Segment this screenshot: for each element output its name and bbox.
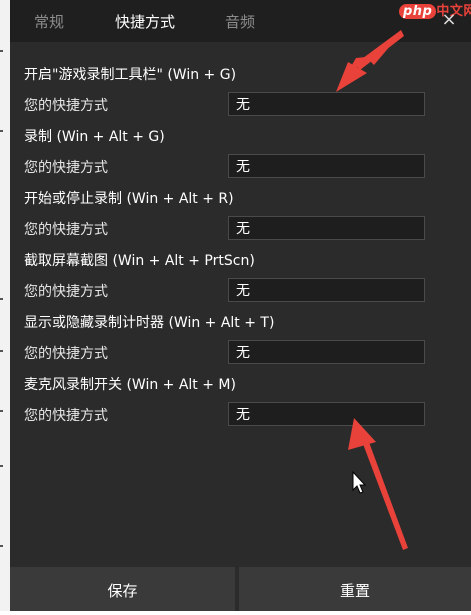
- shortcut-title-microphone: 麦克风录制开关 (Win + Alt + M): [24, 377, 236, 393]
- shortcut-title-record: 录制 (Win + Alt + G): [24, 129, 165, 145]
- shortcut-title-start-stop: 开始或停止录制 (Win + Alt + R): [24, 191, 234, 207]
- shortcut-sub-label: 您的快捷方式: [24, 98, 108, 114]
- shortcut-sub-label: 您的快捷方式: [24, 222, 108, 238]
- shortcut-input-toolbar[interactable]: 无: [228, 92, 425, 116]
- tab-general[interactable]: 常规: [34, 11, 64, 32]
- shortcut-input-screenshot[interactable]: 无: [228, 278, 425, 302]
- background-tick: [0, 465, 3, 467]
- shortcut-title-toolbar: 开启"游戏录制工具栏" (Win + G): [24, 67, 237, 83]
- background-tick: [0, 298, 3, 300]
- shortcut-input-microphone[interactable]: 无: [228, 402, 425, 426]
- background-window-strip: [0, 0, 10, 611]
- shortcut-sub-label: 您的快捷方式: [24, 284, 108, 300]
- background-tick: [0, 545, 3, 547]
- shortcut-sub-label: 您的快捷方式: [24, 160, 108, 176]
- watermark-logo: php 中文网: [399, 0, 471, 19]
- shortcut-sub-label: 您的快捷方式: [24, 408, 108, 424]
- shortcut-sub-label: 您的快捷方式: [24, 346, 108, 362]
- game-bar-settings-dialog: 常规 快捷方式 音频 php 中文网 × 开启"游戏录制工具栏" (Win + G…: [10, 0, 471, 611]
- background-tick: [0, 130, 3, 132]
- shortcut-input-timer[interactable]: 无: [228, 340, 425, 364]
- reset-button[interactable]: 重置: [239, 567, 471, 611]
- background-tick: [0, 50, 3, 52]
- close-icon[interactable]: ×: [439, 10, 459, 30]
- shortcut-title-screenshot: 截取屏幕截图 (Win + Alt + PrtScn): [24, 253, 255, 269]
- tab-audio[interactable]: 音频: [225, 11, 255, 32]
- tab-shortcuts[interactable]: 快捷方式: [115, 11, 175, 32]
- background-tick: [0, 350, 3, 352]
- dialog-footer: 保存 重置: [10, 567, 471, 611]
- shortcut-input-record[interactable]: 无: [228, 154, 425, 178]
- background-tick: [0, 410, 3, 412]
- shortcut-title-timer: 显示或隐藏录制计时器 (Win + Alt + T): [24, 315, 275, 331]
- shortcut-input-start-stop[interactable]: 无: [228, 216, 425, 240]
- tab-bar: 常规 快捷方式 音频 php 中文网 ×: [10, 0, 471, 42]
- save-button[interactable]: 保存: [10, 567, 235, 611]
